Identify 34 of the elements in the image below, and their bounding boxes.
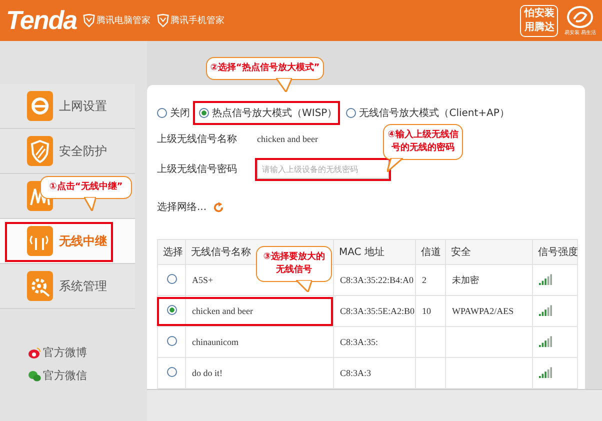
column-header: 信道 [416,240,446,264]
badge-text: 用腾达 [524,20,554,34]
network-name: chicken and beer [257,134,318,144]
badge-text: 怕安装 [524,6,554,20]
mode-radio[interactable]: 无线信号放大模式（Client+AP） [346,106,510,120]
table-cell: chinaunicom [186,326,334,358]
mode-radio[interactable]: 关闭 [157,106,190,120]
table-cell: 未加密 [446,264,532,296]
table-cell: WPAWPA2/AES [446,296,532,326]
table-cell: C8:3A:35: [334,326,416,358]
sidebar-item[interactable]: 无线中继 [0,219,135,264]
mode-radio[interactable]: 热点信号放大模式（WISP） [199,106,338,120]
table-cell: C8:3A:35:5E:A2:B0 [334,296,416,326]
sidebar-item[interactable]: 上网设置 [0,84,135,129]
callout-bubble: ③选择要放大的无线信号 [256,246,332,282]
table-cell: 2 [416,264,446,296]
table-cell: chicken and beer [186,296,334,326]
column-header: 安全 [446,240,532,264]
brand-logo: Tenda [6,5,77,36]
social-link[interactable]: 官方微博 [28,345,147,360]
field-label: 上级无线信号名称 [157,132,238,146]
header-link[interactable]: 腾讯电脑管家 [82,13,151,28]
column-header: 选择 [158,240,186,264]
social-link[interactable]: 官方微信 [28,368,147,383]
table-cell: C8:3A:35:22:B4:A0 [334,264,416,296]
table-cell: 10 [416,296,446,326]
field-label: 上级无线信号密码 [157,162,238,176]
select-network-label: 选择网络... [157,200,207,214]
column-header: MAC 地址 [334,240,416,264]
column-header: 信号强度 [532,240,578,264]
callout-bubble: ④输入上级无线信号的无线的密码 [383,124,463,160]
header-link[interactable]: 腾讯手机管家 [156,13,225,28]
sidebar-item[interactable]: 系统管理 [0,264,135,309]
sidebar-item[interactable]: 安全防护 [0,129,135,174]
